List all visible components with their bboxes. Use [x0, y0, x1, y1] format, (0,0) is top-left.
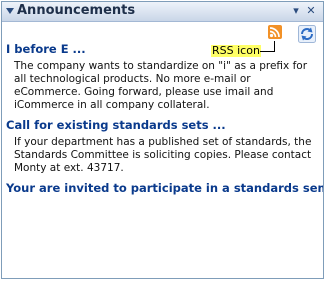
announcement-body: The company wants to standardize on "i" …: [14, 60, 308, 111]
announcement-title-link[interactable]: Your are invited to participate in a sta…: [6, 181, 323, 195]
announcement-body: If your department has a published set o…: [14, 136, 312, 174]
announcements-portlet: Announcements ▾ ✕ RSS icon I before E ..…: [1, 1, 324, 279]
announcement-list: I before E ... The company wants to stan…: [6, 42, 323, 199]
close-icon[interactable]: ✕: [304, 4, 318, 18]
announcement-title-link[interactable]: I before E ...: [6, 42, 321, 56]
announcement-title-link[interactable]: Call for existing standards sets ...: [6, 118, 321, 132]
collapse-caret-icon[interactable]: [6, 8, 14, 14]
chevron-down-icon[interactable]: ▾: [289, 4, 303, 18]
refresh-icon[interactable]: [298, 25, 316, 43]
announcement-item: Your are invited to participate in a sta…: [6, 181, 323, 195]
announcement-item: I before E ... The company wants to stan…: [6, 42, 321, 112]
portlet-title: Announcements: [17, 3, 136, 18]
rss-icon[interactable]: [268, 25, 282, 39]
announcement-item: Call for existing standards sets ... If …: [6, 118, 321, 175]
portlet-titlebar: Announcements ▾ ✕: [2, 2, 323, 22]
